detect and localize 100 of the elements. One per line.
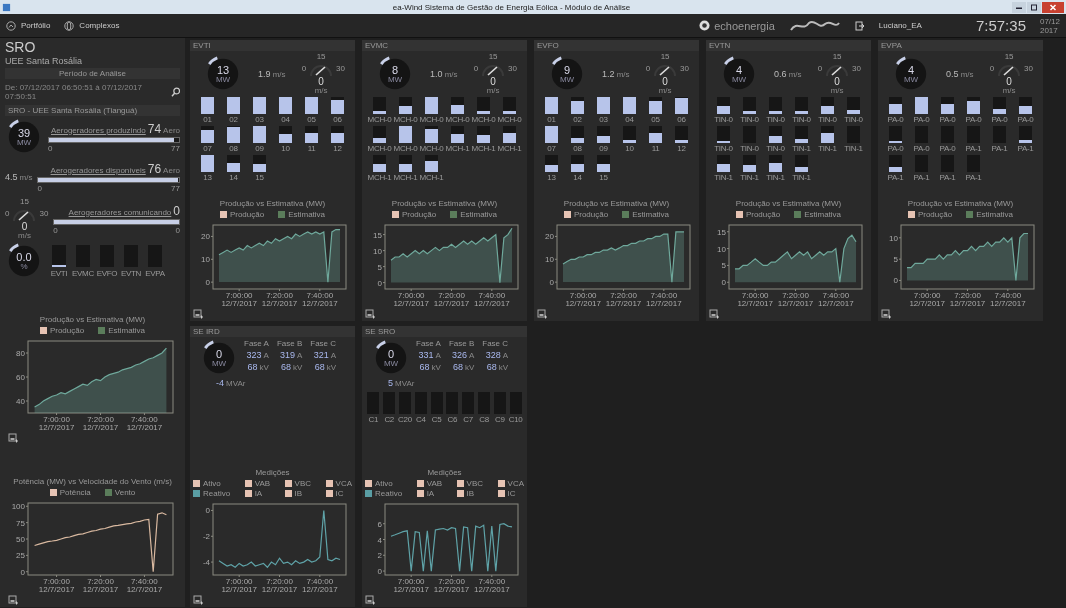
axis-label: 6 bbox=[377, 519, 382, 529]
dial-value: 0 bbox=[1006, 77, 1012, 87]
dial-label: 15 bbox=[660, 53, 670, 61]
section-header: Período de Análise bbox=[5, 68, 180, 79]
bar-label: C5 bbox=[431, 415, 442, 424]
bar-label: TIN-0 bbox=[714, 144, 733, 153]
legend-label: Produção bbox=[49, 325, 85, 335]
bar-label: TIN-1 bbox=[740, 173, 759, 182]
range-label: 0 bbox=[37, 183, 42, 193]
dial-unit: m/s bbox=[314, 87, 328, 95]
legend-label: Produção bbox=[745, 210, 781, 219]
export-icon[interactable] bbox=[537, 309, 547, 319]
export-icon[interactable] bbox=[365, 595, 375, 605]
bar-label: MCH-1 bbox=[393, 173, 418, 182]
legend-label: Estimativa bbox=[108, 325, 146, 335]
dial-label: 15 bbox=[488, 53, 498, 61]
chart-title: Produção vs Estimativa (MW) bbox=[218, 199, 327, 208]
bar-label: MCH-0 bbox=[367, 115, 392, 124]
bar-label: MCH-0 bbox=[393, 144, 418, 153]
gauge-value: 0 bbox=[387, 348, 395, 360]
bar-label: 12 bbox=[677, 144, 686, 153]
wind-speed: 4.5 bbox=[5, 172, 18, 182]
maximize-button[interactable] bbox=[1027, 1, 1041, 13]
wind-unit: m/s bbox=[19, 173, 33, 182]
nav-button[interactable]: Complexos bbox=[64, 20, 120, 31]
counter-value: 76 bbox=[147, 161, 162, 176]
legend-label: Produção bbox=[573, 210, 609, 219]
axis-label: 10 bbox=[201, 255, 210, 265]
voltage-unit: kV bbox=[464, 363, 475, 372]
legend-label: Ativo bbox=[375, 479, 393, 488]
wind-speed: 1.0 bbox=[430, 69, 443, 79]
dial-unit: m/s bbox=[1002, 87, 1016, 95]
legend-label: Reativo bbox=[203, 489, 231, 498]
bar-label: PA-0 bbox=[887, 144, 904, 153]
bar-label: PA-1 bbox=[939, 173, 956, 182]
dial-label: 0 bbox=[645, 65, 651, 73]
bar-label: TIN-0 bbox=[740, 115, 759, 124]
export-icon[interactable] bbox=[709, 309, 719, 319]
dial-label: 30 bbox=[1024, 65, 1033, 73]
gauge-value: 4 bbox=[907, 64, 915, 76]
gauge-value: 0 bbox=[215, 348, 223, 360]
close-button[interactable] bbox=[1042, 1, 1064, 13]
bar-label: PA-0 bbox=[991, 115, 1008, 124]
legend-label: Estimativa bbox=[804, 210, 842, 219]
bar-label: C6 bbox=[447, 415, 458, 424]
axis-label: 7:40:00 12/7/2017 bbox=[646, 291, 682, 308]
bar-label: MCH-1 bbox=[471, 144, 496, 153]
wind-speed: 1.9 bbox=[258, 69, 271, 79]
gauge-dial bbox=[203, 340, 235, 374]
logout-icon[interactable] bbox=[854, 20, 865, 31]
voltage-unit: kV bbox=[259, 363, 269, 372]
bar-label: 15 bbox=[255, 173, 264, 182]
bar-label: PA-0 bbox=[939, 144, 956, 153]
bar-label: TIN-1 bbox=[792, 173, 811, 182]
dial-unit: m/s bbox=[486, 87, 500, 95]
search-icon[interactable] bbox=[170, 87, 180, 97]
voltage-unit: kV bbox=[326, 363, 337, 372]
export-icon[interactable] bbox=[193, 309, 203, 319]
gauge-unit: % bbox=[20, 262, 28, 271]
nav-button[interactable]: Portfólio bbox=[6, 20, 51, 31]
bar-label: PA-0 bbox=[913, 115, 930, 124]
dial-label: 0 bbox=[989, 65, 995, 73]
complex-name: UEE Santa Rosália bbox=[5, 56, 84, 66]
clock-date: 07/12 bbox=[1039, 16, 1060, 26]
axis-label: 0 bbox=[549, 278, 554, 288]
export-icon[interactable] bbox=[881, 309, 891, 319]
wind-unit: m/s bbox=[444, 70, 458, 79]
bar-label: PA-0 bbox=[965, 115, 982, 124]
user-name[interactable]: Luciano_EA bbox=[878, 21, 922, 30]
bar-label: 03 bbox=[599, 115, 608, 124]
range-label: 0 bbox=[53, 225, 58, 235]
wind-speed: 0.6 bbox=[774, 69, 787, 79]
legend-label: IA bbox=[254, 489, 263, 498]
bar-label: MCH-0 bbox=[471, 115, 496, 124]
axis-label: 7:20:00 12/7/2017 bbox=[82, 577, 119, 594]
voltage-unit: kV bbox=[292, 363, 303, 372]
bar-label: 12 bbox=[333, 144, 342, 153]
axis-label: 0 bbox=[205, 506, 210, 516]
axis-label: 7:20:00 12/7/2017 bbox=[433, 577, 470, 594]
counter-value: 74 bbox=[147, 121, 162, 136]
current-value: 319 bbox=[279, 350, 295, 360]
minimize-button[interactable] bbox=[1012, 1, 1026, 13]
clock-time: 7:57:35 bbox=[975, 17, 1026, 34]
gauge-unit: MW bbox=[211, 359, 227, 368]
export-icon[interactable] bbox=[365, 309, 375, 319]
gauge-unit: MW bbox=[559, 75, 575, 84]
bar-label: PA-1 bbox=[991, 144, 1008, 153]
voltage-value: 68 bbox=[452, 362, 463, 372]
axis-label: 5 bbox=[377, 262, 382, 272]
export-icon[interactable] bbox=[8, 432, 18, 443]
range-label: 77 bbox=[171, 183, 180, 193]
export-icon[interactable] bbox=[193, 595, 203, 605]
reactive-unit: MVAr bbox=[226, 379, 246, 388]
axis-label: 7:00:00 12/7/2017 bbox=[909, 291, 945, 308]
legend-label: VBC bbox=[294, 479, 312, 488]
bar-label: MCH-1 bbox=[367, 173, 392, 182]
axis-label: 7:20:00 12/7/2017 bbox=[261, 577, 298, 594]
axis-label: 7:20:00 12/7/2017 bbox=[949, 291, 986, 308]
export-icon[interactable] bbox=[8, 595, 18, 605]
legend-label: VCA bbox=[335, 479, 352, 488]
